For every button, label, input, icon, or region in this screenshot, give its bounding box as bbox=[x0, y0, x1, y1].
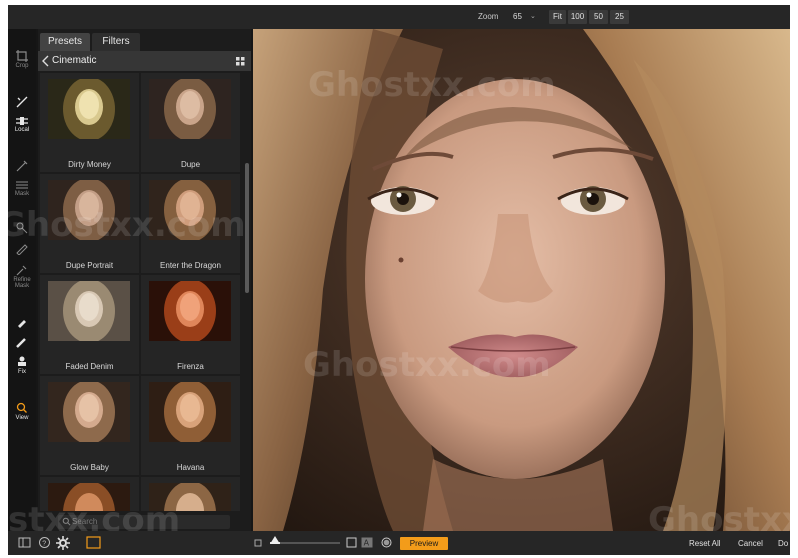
help-icon[interactable]: ? bbox=[38, 536, 51, 549]
tab-filters[interactable]: Filters bbox=[92, 33, 140, 51]
preset-tile[interactable]: Dupe bbox=[141, 73, 240, 172]
clone-stamp-icon bbox=[18, 356, 26, 366]
preset-thumbnail bbox=[149, 281, 231, 341]
reset-all-button[interactable]: Reset All bbox=[689, 539, 721, 548]
magnifier-icon bbox=[16, 402, 27, 413]
portrait-thumbnail bbox=[149, 79, 231, 139]
brush-icon bbox=[16, 96, 28, 108]
preset-thumbnail bbox=[48, 382, 130, 442]
tool-brush[interactable] bbox=[8, 95, 36, 109]
compare-off-icon[interactable] bbox=[346, 537, 357, 548]
preset-name: Firenza bbox=[177, 362, 204, 371]
tab-presets[interactable]: Presets bbox=[40, 33, 90, 51]
cancel-button[interactable]: Cancel bbox=[738, 539, 763, 548]
panel-tabs: Presets Filters bbox=[38, 29, 251, 51]
preset-name: Faded Denim bbox=[65, 362, 114, 371]
done-button[interactable]: Do bbox=[778, 539, 788, 548]
preset-name: Enter the Dragon bbox=[160, 261, 221, 270]
preset-thumbnail bbox=[48, 79, 130, 139]
svg-text:A: A bbox=[364, 539, 370, 548]
tool-label: View bbox=[15, 415, 29, 421]
tool-mask[interactable]: Mask bbox=[8, 179, 36, 197]
preset-name: Dupe bbox=[180, 160, 201, 169]
watermark-text: Ghostxx.com bbox=[303, 345, 551, 385]
presets-panel: Presets Filters Cinematic Dirty Money Du… bbox=[38, 29, 251, 531]
presets-grid: Dirty Money Dupe Dupe Portrait Enter the bbox=[38, 71, 242, 511]
mask-icon bbox=[16, 181, 28, 189]
portrait-thumbnail bbox=[149, 281, 231, 341]
bottom-toolbar: ? A Preview Reset All Cancel Do bbox=[8, 531, 790, 555]
heal-icon bbox=[16, 338, 26, 348]
preset-name: Dupe Portrait bbox=[65, 261, 114, 270]
tool-pen[interactable] bbox=[8, 159, 36, 173]
chevron-left-icon[interactable] bbox=[42, 55, 50, 67]
thumbnail-size-slider[interactable] bbox=[270, 542, 340, 544]
pen-icon bbox=[16, 160, 28, 172]
crop-icon bbox=[16, 50, 28, 62]
grid-view-icon[interactable] bbox=[236, 57, 245, 66]
preset-tile[interactable]: Firenza bbox=[141, 275, 240, 374]
toggle-panel-icon[interactable] bbox=[18, 536, 31, 549]
chevron-down-icon: ⌄ bbox=[530, 13, 536, 20]
preset-tile[interactable]: Glow Baby bbox=[40, 376, 139, 475]
preset-name: Dirty Money bbox=[68, 160, 111, 169]
zoom-label: Zoom bbox=[478, 12, 499, 21]
portrait-thumbnail bbox=[149, 382, 231, 442]
small-image-icon[interactable] bbox=[254, 539, 262, 547]
slider-handle-icon[interactable] bbox=[270, 536, 280, 544]
preset-thumbnail bbox=[48, 281, 130, 341]
retouch-brush-icon bbox=[18, 320, 26, 328]
zoom-value: 65 bbox=[513, 12, 522, 21]
mask-overlay-icon[interactable] bbox=[381, 537, 392, 548]
preset-name: Havana bbox=[176, 463, 205, 472]
category-title: Cinematic bbox=[52, 55, 97, 66]
zoom-100-button[interactable]: 100 bbox=[568, 10, 587, 24]
zoom-dropdown[interactable]: 65 ⌄ bbox=[513, 10, 541, 24]
zoom-25-button[interactable]: 25 bbox=[610, 10, 629, 24]
gear-icon[interactable] bbox=[56, 536, 70, 550]
tool-view[interactable]: View bbox=[8, 401, 36, 421]
local-adjust-icon bbox=[16, 117, 28, 125]
tool-heal[interactable] bbox=[8, 335, 36, 349]
tool-retouch-brush[interactable] bbox=[8, 315, 36, 329]
watermark-text: Ghostxx.com bbox=[8, 205, 246, 245]
tool-label: Local bbox=[14, 127, 30, 133]
zoom-fit-button[interactable]: Fit bbox=[549, 10, 566, 24]
preset-thumbnail bbox=[149, 382, 231, 442]
preview-button[interactable]: Preview bbox=[400, 537, 448, 550]
preset-tile[interactable]: Havana bbox=[141, 376, 240, 475]
portrait-thumbnail bbox=[48, 382, 130, 442]
zoom-50-button[interactable]: 50 bbox=[589, 10, 608, 24]
tool-label: Mask bbox=[14, 191, 30, 197]
preset-name: Glow Baby bbox=[70, 463, 109, 472]
preset-tile[interactable]: Faded Denim bbox=[40, 275, 139, 374]
preset-thumbnail bbox=[149, 79, 231, 139]
app-window: Zoom 65 ⌄ Fit 100 50 25 Crop Local Mask bbox=[8, 5, 790, 555]
tool-local[interactable]: Local bbox=[8, 115, 36, 133]
compare-ab-icon[interactable]: A bbox=[361, 537, 373, 548]
category-header[interactable]: Cinematic bbox=[38, 51, 251, 71]
top-toolbar: Zoom 65 ⌄ Fit 100 50 25 bbox=[8, 5, 790, 29]
tool-refine-mask[interactable]: Refine Mask bbox=[8, 263, 36, 289]
watermark-text: Ghostxx.com bbox=[308, 65, 556, 105]
portrait-thumbnail bbox=[48, 79, 130, 139]
preset-tile[interactable]: Dirty Money bbox=[40, 73, 139, 172]
svg-text:?: ? bbox=[42, 540, 46, 547]
tool-label: Refine Mask bbox=[13, 277, 31, 289]
tool-fix[interactable]: Fix bbox=[8, 355, 36, 375]
frame-icon[interactable] bbox=[86, 536, 101, 549]
tool-crop[interactable]: Crop bbox=[8, 49, 36, 69]
tool-label: Crop bbox=[15, 63, 29, 69]
refine-mask-icon bbox=[16, 265, 27, 276]
tool-label: Fix bbox=[18, 369, 26, 375]
tool-rail: Crop Local Mask Refine Mask Fix View bbox=[8, 29, 36, 531]
presets-scrollbar[interactable] bbox=[243, 73, 249, 513]
portrait-thumbnail bbox=[48, 281, 130, 341]
